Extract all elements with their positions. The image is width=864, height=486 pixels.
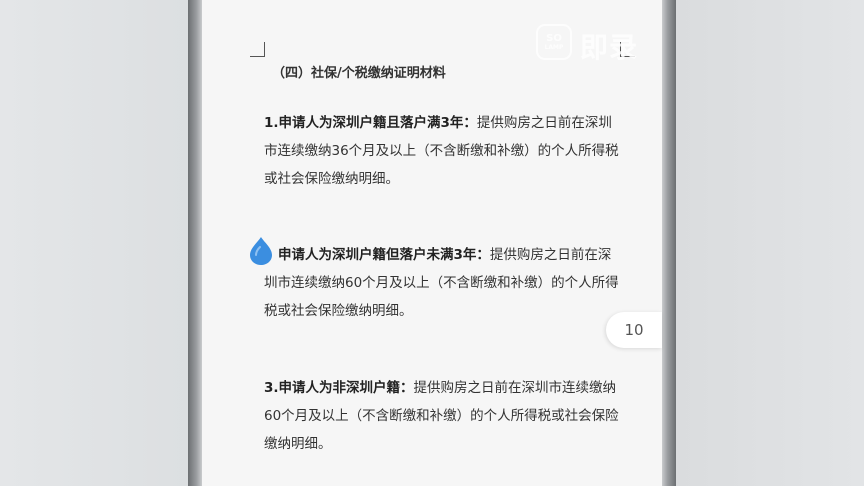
water-drop-icon[interactable] — [248, 236, 274, 266]
requirement-item-1: 1.申请人为深圳户籍且落户满3年：提供购房之日前在深圳市连续缴纳36个月及以上（… — [264, 109, 624, 193]
section-heading: （四）社保/个税缴纳证明材料 — [272, 66, 446, 81]
background-right — [674, 0, 864, 486]
watermark-logo: SO LAMP 即录 — [536, 22, 646, 64]
page-number-badge[interactable]: 10 — [606, 312, 662, 348]
logo-text: 即录 — [580, 31, 639, 64]
requirement-item-3: 3.申请人为非深圳户籍：提供购房之日前在深圳市连续缴纳60个月及以上（不含断缴和… — [264, 374, 624, 458]
device-bezel-right — [662, 0, 676, 486]
device-bezel-left — [188, 0, 202, 486]
requirement-lead: 申请人为深圳户籍但落户未满3年： — [278, 247, 490, 263]
background-left — [0, 0, 190, 486]
crop-mark-top-left — [250, 42, 265, 57]
requirement-item-2: 申请人为深圳户籍但落户未满3年：提供购房之日前在深圳市连续缴纳60个月及以上（不… — [264, 241, 624, 325]
requirement-lead: 1.申请人为深圳户籍且落户满3年： — [264, 115, 477, 131]
requirement-lead: 3.申请人为非深圳户籍： — [264, 380, 414, 396]
logo-badge: SO LAMP — [536, 24, 572, 60]
